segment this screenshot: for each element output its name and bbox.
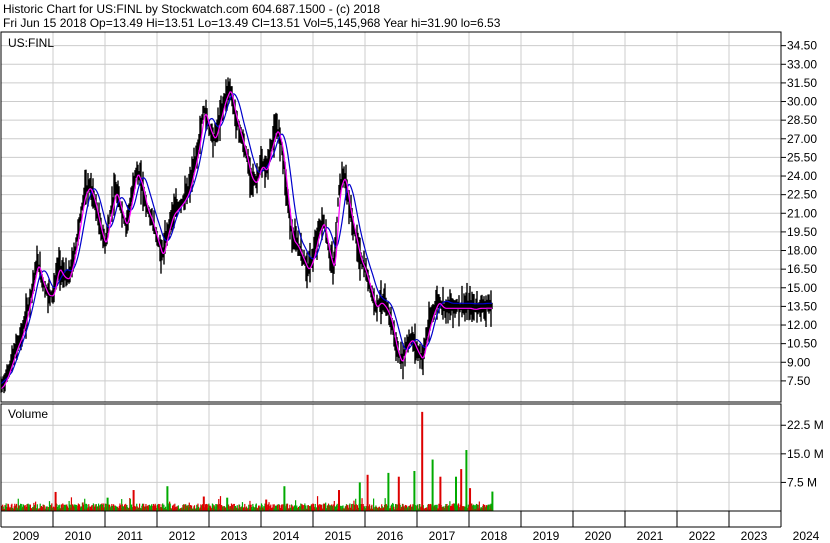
x-tick-label: 2021 <box>637 529 664 543</box>
x-tick-label: 2016 <box>377 529 404 543</box>
x-tick-label: 2017 <box>429 529 456 543</box>
x-tick-label: 2010 <box>65 529 92 543</box>
x-tick-label: 2019 <box>533 529 560 543</box>
x-tick-label: 2014 <box>273 529 300 543</box>
x-tick-label: 2023 <box>741 529 768 543</box>
volume-y-tick-label: 15.0 M <box>787 447 824 461</box>
price-y-tick-label: 21.00 <box>787 206 817 220</box>
x-tick-label: 2024 <box>793 529 820 543</box>
x-tick-label: 2015 <box>325 529 352 543</box>
x-tick-label: 2020 <box>585 529 612 543</box>
price-y-tick-label: 34.50 <box>787 39 817 53</box>
x-tick-label: 2011 <box>117 529 143 543</box>
price-y-tick-label: 15.00 <box>787 281 817 295</box>
price-y-tick-label: 16.50 <box>787 262 817 276</box>
volume-title: Volume <box>8 407 48 421</box>
x-tick-label: 2012 <box>169 529 196 543</box>
price-y-tick-label: 25.50 <box>787 150 817 164</box>
stock-chart: 2009 2010 2011 2012 2013 2014 2015 2016 2017 2018… <box>0 31 830 543</box>
price-y-tick-label: 27.00 <box>787 132 817 146</box>
price-y-tick-label: 9.00 <box>787 355 811 369</box>
price-y-tick-label: 28.50 <box>787 113 817 127</box>
volume-y-tick-label: 22.5 M <box>787 418 824 432</box>
x-tick-label: 2009 <box>13 529 40 543</box>
x-tick-label: 2022 <box>689 529 716 543</box>
price-y-tick-label: 24.00 <box>787 169 817 183</box>
x-tick-label: 2018 <box>481 529 508 543</box>
price-y-tick-label: 31.50 <box>787 76 817 90</box>
price-y-tick-label: 13.50 <box>787 299 817 313</box>
price-y-tick-label: 19.50 <box>787 225 817 239</box>
price-y-tick-label: 7.50 <box>787 374 811 388</box>
symbol-label: US:FINL <box>8 36 54 50</box>
price-y-tick-label: 33.00 <box>787 57 817 71</box>
price-y-tick-label: 10.50 <box>787 337 817 351</box>
price-y-tick-label: 18.00 <box>787 244 817 258</box>
price-y-tick-label: 30.00 <box>787 95 817 109</box>
x-tick-label: 2013 <box>221 529 248 543</box>
volume-y-tick-label: 7.5 M <box>787 475 817 489</box>
price-y-tick-label: 12.00 <box>787 318 817 332</box>
price-y-tick-label: 22.50 <box>787 188 817 202</box>
